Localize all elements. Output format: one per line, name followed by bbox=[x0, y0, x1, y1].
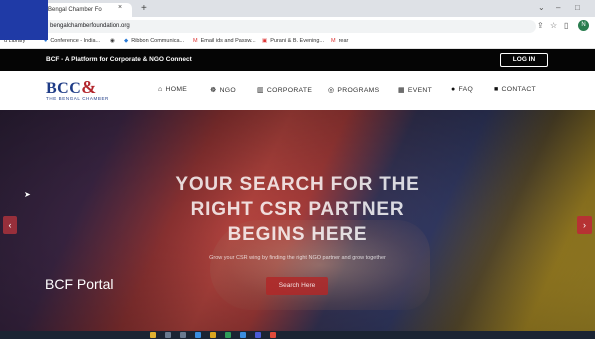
programs-icon: ◎ bbox=[328, 87, 335, 94]
app-icon[interactable] bbox=[225, 332, 231, 338]
hero-banner: ➤ YOUR SEARCH FOR THE RIGHT CSR PARTNER … bbox=[0, 110, 595, 331]
logo-subtitle: THE BENGAL CHAMBER bbox=[46, 96, 109, 101]
gmail-icon: M bbox=[193, 38, 198, 44]
app-icon[interactable] bbox=[240, 332, 246, 338]
app-icon[interactable] bbox=[195, 332, 201, 338]
os-taskbar bbox=[0, 331, 595, 339]
bookmark-item[interactable]: Mrear bbox=[331, 38, 348, 44]
carousel-prev-button[interactable]: ‹ bbox=[3, 216, 17, 234]
bookmarks-bar: d Library ● Conference - India... ◉ ◆ Ribb… bbox=[0, 35, 595, 49]
hero-headline-line-1: YOUR SEARCH FOR THE bbox=[175, 174, 420, 195]
profile-avatar[interactable]: N bbox=[578, 20, 589, 31]
tab-close-icon[interactable]: × bbox=[118, 4, 122, 11]
app-icon[interactable] bbox=[270, 332, 276, 338]
nav-home[interactable]: ⌂ HOME bbox=[158, 86, 187, 93]
url-field[interactable]: 🔒 bengalchamberfoundation.org bbox=[36, 20, 536, 33]
bookmark-item[interactable]: ◆ Ribbon Communica... bbox=[124, 38, 184, 44]
nav-event[interactable]: ▦ EVENT bbox=[398, 86, 432, 94]
bookmark-item[interactable]: ◉ bbox=[110, 38, 118, 44]
bcf-portal-caption: BCF Portal bbox=[45, 276, 114, 292]
hero-headline-line-2: RIGHT CSR PARTNER bbox=[190, 199, 405, 220]
faq-icon: ● bbox=[451, 86, 456, 93]
browser-tab-strip: Bengal Chamber Fo × + ⌄ – □ bbox=[0, 0, 595, 17]
url-text: bengalchamberfoundation.org bbox=[50, 23, 130, 29]
app-icon[interactable] bbox=[180, 332, 186, 338]
tagline: BCF - A Platform for Corporate & NGO Con… bbox=[46, 56, 192, 63]
tab-search-icon[interactable]: ⌄ bbox=[538, 3, 545, 12]
login-button[interactable]: LOG IN bbox=[500, 53, 548, 67]
new-tab-button[interactable]: + bbox=[141, 3, 147, 14]
search-here-button[interactable]: Search Here bbox=[266, 277, 328, 295]
app-icon[interactable] bbox=[150, 332, 156, 338]
contact-icon: ■ bbox=[494, 86, 499, 93]
home-icon: ⌂ bbox=[158, 86, 163, 93]
star-icon[interactable]: ☆ bbox=[550, 21, 557, 30]
tab-title: Bengal Chamber Fo bbox=[48, 7, 102, 13]
ribbon-icon: ◆ bbox=[124, 38, 129, 44]
app-icon[interactable] bbox=[165, 332, 171, 338]
gmail-icon: M bbox=[331, 38, 336, 44]
nav-faq[interactable]: ● FAQ bbox=[451, 86, 473, 93]
bookmark-item[interactable]: M Email ids and Passw... bbox=[193, 38, 256, 44]
address-bar-row: → C 🔒 bengalchamberfoundation.org ⇪ ☆ ▯ bbox=[0, 17, 595, 35]
sidepanel-icon[interactable]: ▯ bbox=[564, 21, 568, 30]
building-icon: ▥ bbox=[257, 87, 264, 94]
blue-overlay bbox=[0, 0, 48, 40]
app-icon[interactable] bbox=[255, 332, 261, 338]
bookmark-item[interactable]: ● Conference - India... bbox=[44, 38, 100, 44]
hero-headline-line-3: BEGINS HERE bbox=[227, 224, 368, 245]
bookmark-item[interactable]: ▣ Purani & B. Evening... bbox=[262, 38, 324, 44]
nav-corporate[interactable]: ▥ CORPORATE bbox=[257, 86, 312, 94]
minimize-button[interactable]: – bbox=[556, 3, 560, 12]
maximize-button[interactable]: □ bbox=[575, 3, 580, 12]
ngo-icon: ☸ bbox=[210, 87, 217, 94]
globe-icon: ◉ bbox=[110, 38, 115, 44]
app-icon[interactable] bbox=[210, 332, 216, 338]
hero-subtitle: Grow your CSR wing by finding the right … bbox=[209, 255, 386, 261]
bcc-logo[interactable]: BCC& THE BENGAL CHAMBER bbox=[46, 77, 126, 105]
nav-programs[interactable]: ◎ PROGRAMS bbox=[328, 86, 379, 94]
nav-ngo[interactable]: ☸ NGO bbox=[210, 86, 236, 94]
nav-contact[interactable]: ■ CONTACT bbox=[494, 86, 536, 93]
share-icon[interactable]: ⇪ bbox=[537, 21, 544, 30]
site-header: BCC& THE BENGAL CHAMBER ⌂ HOME ☸ NGO ▥ CORP… bbox=[0, 71, 595, 110]
calendar-icon: ▣ bbox=[262, 38, 268, 44]
site-top-strip: BCF - A Platform for Corporate & NGO Con… bbox=[0, 49, 595, 71]
event-icon: ▦ bbox=[398, 87, 405, 94]
carousel-next-button[interactable]: › bbox=[577, 216, 592, 234]
screen: Bengal Chamber Fo × + ⌄ – □ → C 🔒 bengal… bbox=[0, 0, 595, 339]
